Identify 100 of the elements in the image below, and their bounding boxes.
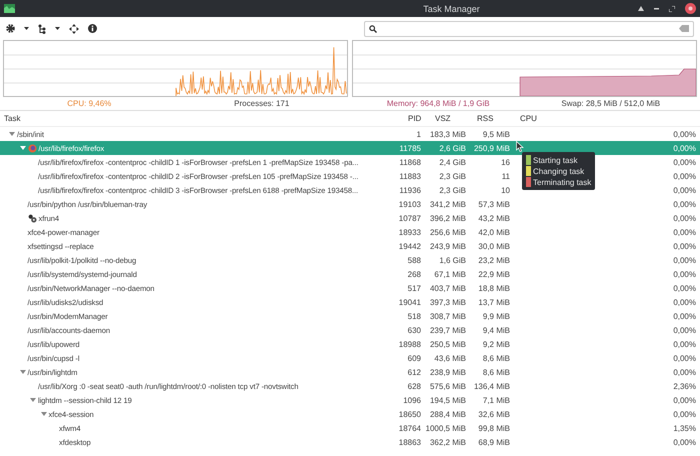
- vsz-cell-text: 239,7 MiB: [428, 326, 467, 334]
- pid-cell-text: 11936: [398, 186, 422, 194]
- column-header[interactable]: Task: [0, 114, 405, 123]
- keep-above-icon[interactable]: [638, 6, 644, 11]
- dropdown-arrow-icon[interactable]: [55, 27, 60, 30]
- pid-cell-text: 588: [406, 256, 422, 264]
- pid-cell-text: 18863: [398, 438, 422, 446]
- pid-cell-text: 628: [406, 382, 422, 390]
- stat-label: Swap: 28,5 MiB / 512,0 MiB: [560, 98, 662, 108]
- vsz-cell-text: 67,1 MiB: [433, 270, 467, 278]
- expanded-arrow-icon[interactable]: [20, 370, 26, 374]
- vsz-cell-text: 250,5 MiB: [428, 340, 467, 348]
- expanded-arrow-icon[interactable]: [20, 146, 26, 150]
- cpu-cell-text: 0,00%: [672, 298, 697, 306]
- pid-cell-text: 19442: [398, 242, 422, 250]
- settings-icon[interactable]: [6, 24, 15, 33]
- cpu-cell-text: 0,00%: [672, 354, 697, 362]
- stat-label: Processes: 171: [233, 98, 290, 108]
- rss-cell-text: 10: [500, 186, 511, 194]
- vsz-cell-text: 288,4 MiB: [428, 410, 467, 418]
- search-field[interactable]: [364, 20, 694, 36]
- cpu-cell-text: 0,00%: [672, 410, 697, 418]
- cpu-cell-text: 0,00%: [672, 130, 697, 138]
- rss-cell-text: 18,8 MiB: [477, 284, 511, 292]
- rss-cell-text: 250,9 MiB: [472, 144, 511, 152]
- rss-cell-text: 9,4 MiB: [482, 326, 511, 334]
- pid-cell-text: 19041: [398, 298, 422, 306]
- window-title: Task Manager: [422, 4, 480, 14]
- crosshair-icon[interactable]: [69, 24, 79, 34]
- cpu-cell-text: 0,00%: [672, 256, 697, 264]
- expanded-arrow-icon[interactable]: [30, 398, 36, 402]
- cpu-cell-text: 0,00%: [672, 228, 697, 236]
- pid-cell-text: 630: [406, 326, 422, 334]
- vsz-cell-text: 243,9 MiB: [428, 242, 467, 250]
- cpu-cell-text: 0,00%: [672, 284, 697, 292]
- rss-cell-text: 68,9 MiB: [477, 438, 511, 446]
- cpu-cell-text: 0,00%: [672, 186, 697, 194]
- pid-cell-text: 18650: [398, 410, 422, 418]
- minimize-icon[interactable]: [654, 8, 659, 10]
- pid-cell-text: 609: [406, 354, 422, 362]
- cpu-cell-text: 0,00%: [672, 396, 697, 404]
- vsz-cell-text: 238,9 MiB: [428, 368, 467, 376]
- cpu-cell-text: 0,00%: [672, 340, 697, 348]
- vsz-cell-text: 397,3 MiB: [428, 298, 467, 306]
- rss-cell-text: 43,2 MiB: [477, 214, 511, 222]
- column-header[interactable]: CPU: [514, 114, 700, 123]
- cpu-cell-text: 2,36%: [672, 382, 697, 390]
- vsz-cell-text: 183,3 MiB: [428, 130, 467, 138]
- expanded-arrow-icon[interactable]: [40, 412, 46, 416]
- vsz-cell-text: 2,3 GiB: [438, 186, 467, 194]
- cpu-cell-text: 0,00%: [672, 172, 697, 180]
- pid-cell-text: 517: [406, 284, 422, 292]
- rss-cell-text: 57,3 MiB: [477, 200, 511, 208]
- cpu-cell-text: 0,00%: [672, 242, 697, 250]
- vsz-cell-text: 194,5 MiB: [428, 396, 467, 404]
- vsz-cell-text: 362,2 MiB: [428, 438, 467, 446]
- rss-cell-text: 22,9 MiB: [477, 270, 511, 278]
- expanded-arrow-icon[interactable]: [9, 132, 15, 136]
- column-header[interactable]: VSZ: [432, 114, 474, 123]
- rss-cell-text: 9,5 MiB: [482, 130, 511, 138]
- rss-cell-text: 136,4 MiB: [472, 382, 511, 390]
- rss-cell-text: 99,8 MiB: [477, 424, 511, 432]
- pid-cell-text: 18764: [398, 424, 422, 432]
- cpu-cell-text: 0,00%: [672, 270, 697, 278]
- tree-icon[interactable]: [38, 24, 46, 34]
- legend-label: Starting task: [533, 156, 578, 164]
- pid-cell-text: 10787: [398, 214, 422, 222]
- maximize-icon[interactable]: [669, 6, 675, 12]
- pid-cell-text: 18933: [398, 228, 422, 236]
- legend-label: Changing task: [533, 166, 584, 176]
- dropdown-arrow-icon[interactable]: [24, 27, 29, 30]
- browser-icon: [28, 144, 36, 152]
- column-header[interactable]: PID: [405, 114, 432, 123]
- app-icon: [4, 4, 15, 13]
- pid-cell-text: 518: [406, 312, 422, 320]
- column-header[interactable]: RSS: [474, 114, 514, 123]
- pid-cell-text: 1: [416, 130, 422, 138]
- vsz-cell-text: 308,7 MiB: [428, 312, 467, 320]
- cpu-cell-text: 0,00%: [672, 158, 697, 166]
- vsz-cell-text: 403,7 MiB: [428, 284, 467, 292]
- vsz-cell-text: 396,2 MiB: [428, 214, 467, 222]
- vsz-cell-text: 341,2 MiB: [428, 200, 467, 208]
- cpu-cell-text: 0,00%: [672, 368, 697, 376]
- info-icon[interactable]: [88, 24, 97, 33]
- cpu-cell-text: 0,00%: [672, 144, 697, 152]
- vsz-cell-text: 43,6 MiB: [433, 354, 467, 362]
- vsz-cell-text: 1,6 GiB: [438, 256, 467, 264]
- vsz-cell-text: 2,6 GiB: [438, 144, 467, 152]
- pid-cell-text: 11868: [398, 158, 422, 166]
- rss-cell-text: 7,1 MiB: [482, 396, 511, 404]
- cpu-cell-text: 0,00%: [672, 214, 697, 222]
- rss-cell-text: 9,9 MiB: [482, 312, 511, 320]
- rss-cell-text: 32,6 MiB: [477, 410, 511, 418]
- cpu-label: CPU: 9,46%: [66, 98, 112, 108]
- pid-cell-text: 18988: [398, 340, 422, 348]
- rss-cell-text: 23,2 MiB: [477, 256, 511, 264]
- close-icon[interactable]: [685, 3, 696, 14]
- rss-cell-text: 8,6 MiB: [482, 354, 511, 362]
- gears-icon: [28, 214, 36, 222]
- legend-label: Terminating task: [533, 178, 592, 186]
